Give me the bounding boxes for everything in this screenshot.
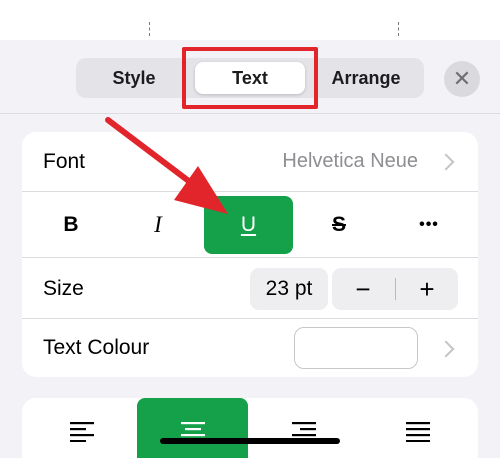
- align-right-button[interactable]: [266, 398, 342, 458]
- increase-size-button[interactable]: +: [396, 268, 458, 310]
- decrease-size-button[interactable]: −: [332, 268, 394, 310]
- font-label: Font: [43, 150, 86, 173]
- align-justify-button[interactable]: [380, 398, 456, 458]
- font-row[interactable]: Font Helvetica Neue: [22, 132, 478, 192]
- divider: [22, 191, 478, 192]
- align-justify-icon: [406, 422, 430, 442]
- document-canvas: [0, 0, 500, 40]
- tab-style[interactable]: Style: [76, 58, 192, 98]
- underline-icon: U: [240, 213, 257, 236]
- home-indicator: [160, 438, 340, 444]
- tab-arrange[interactable]: Arrange: [308, 58, 424, 98]
- text-box-handle: [149, 22, 150, 36]
- divider: [22, 257, 478, 258]
- text-colour-swatch[interactable]: [294, 327, 418, 369]
- size-label: Size: [43, 277, 84, 300]
- font-value: Helvetica Neue: [282, 150, 418, 172]
- align-left-button[interactable]: [44, 398, 120, 458]
- strikethrough-button[interactable]: S: [304, 196, 374, 254]
- align-center-button[interactable]: [137, 398, 248, 458]
- close-button[interactable]: ✕: [444, 61, 480, 97]
- text-settings-card: Font Helvetica Neue B I U S ••• Size 23 …: [22, 132, 478, 377]
- align-left-icon: [70, 422, 94, 442]
- size-value-field[interactable]: 23 pt: [250, 268, 328, 310]
- chevron-right-icon: [437, 153, 455, 171]
- annotation-highlight-box: [182, 47, 318, 109]
- bold-button[interactable]: B: [36, 196, 106, 254]
- chevron-right-icon: [437, 340, 455, 358]
- alignment-card: [22, 398, 478, 458]
- underline-button[interactable]: U: [204, 196, 293, 254]
- text-colour-label: Text Colour: [43, 336, 150, 359]
- italic-button[interactable]: I: [122, 196, 194, 254]
- divider: [22, 318, 478, 319]
- close-icon: ✕: [452, 66, 472, 91]
- more-button[interactable]: •••: [394, 196, 464, 254]
- text-box-handle: [398, 22, 399, 36]
